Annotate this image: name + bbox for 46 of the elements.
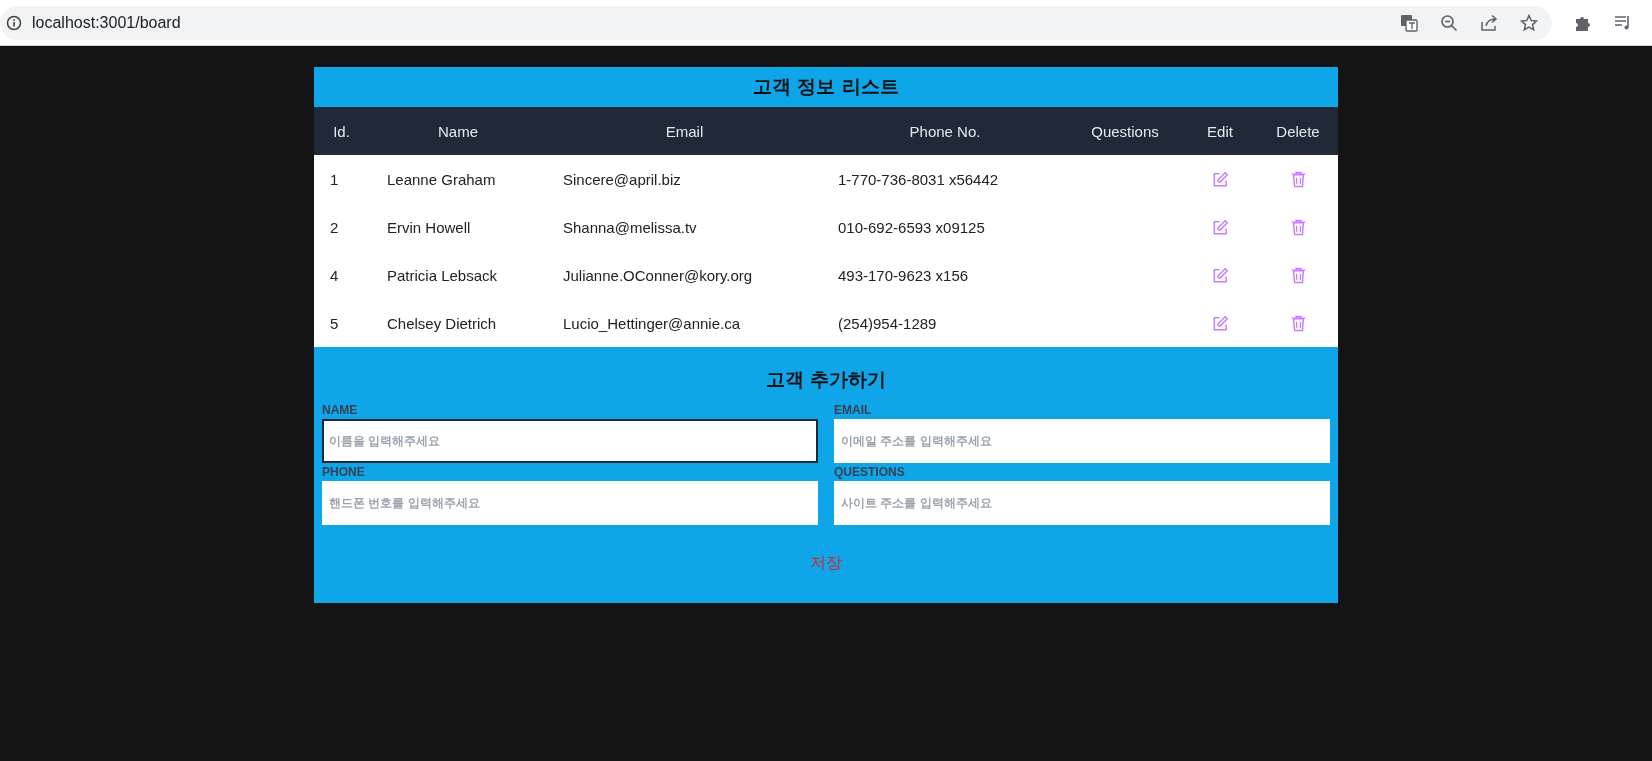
column-header: Id. <box>332 122 351 140</box>
edit-icon[interactable] <box>1211 266 1229 284</box>
share-icon[interactable] <box>1480 13 1498 32</box>
table-cell-text: Shanna@melissa.tv <box>562 218 698 236</box>
column-header: Edit <box>1206 122 1234 140</box>
trash-icon[interactable] <box>1290 266 1306 284</box>
info-icon[interactable] <box>6 14 22 31</box>
table-cell-text: Sincere@april.biz <box>562 170 682 188</box>
table-cell-text: Lucio_Hettinger@annie.ca <box>562 314 741 332</box>
playlist-icon[interactable] <box>1614 13 1632 32</box>
column-header: Name <box>437 122 479 140</box>
table-cell-text: 4 <box>329 266 340 284</box>
zoom-out-icon[interactable] <box>1440 13 1458 32</box>
trash-icon[interactable] <box>1290 218 1306 236</box>
edit-icon[interactable] <box>1211 314 1229 332</box>
address-bar[interactable]: localhost:3001/board <box>0 5 1552 40</box>
table-cell-text: Ervin Howell <box>386 218 472 236</box>
url-text: localhost:3001/board <box>32 13 181 32</box>
edit-icon[interactable] <box>1211 218 1229 236</box>
star-icon[interactable] <box>1520 13 1538 32</box>
field-label: PHONE <box>322 465 366 479</box>
form-title: 고객 추가하기 <box>764 367 888 392</box>
table-cell-text: 1-770-736-8031 x56442 <box>837 170 1000 188</box>
trash-icon[interactable] <box>1290 314 1306 332</box>
field-label: EMAIL <box>834 403 873 417</box>
column-header: Email <box>664 122 705 140</box>
table-cell-text: Patricia Lebsack <box>386 266 499 284</box>
table-cell-text: 010-692-6593 x09125 <box>837 218 986 236</box>
column-header: Questions <box>1090 122 1160 140</box>
table-cell-text: Chelsey Dietrich <box>386 314 498 332</box>
field-label: QUESTIONS <box>834 465 906 479</box>
table-cell-text: Leanne Graham <box>386 170 497 188</box>
field-label: NAME <box>322 403 359 417</box>
input-field[interactable]: 이름을 입력해주세요 <box>322 419 818 463</box>
table-cell-text: 493-170-9623 x156 <box>837 266 970 284</box>
table-cell-text: (254)954-1289 <box>837 314 938 332</box>
column-header: Delete <box>1275 122 1321 140</box>
trash-icon[interactable] <box>1290 170 1306 188</box>
table-cell-text: 2 <box>329 218 340 236</box>
edit-icon[interactable] <box>1211 170 1229 188</box>
table-title: 고객 정보 리스트 <box>752 74 900 99</box>
column-header: Phone No. <box>908 122 982 140</box>
table-cell-text: 5 <box>329 314 340 332</box>
table-cell-text: Julianne.OConner@kory.org <box>562 266 754 284</box>
table-cell-text: 1 <box>329 170 340 188</box>
translate-icon[interactable] <box>1400 13 1418 32</box>
